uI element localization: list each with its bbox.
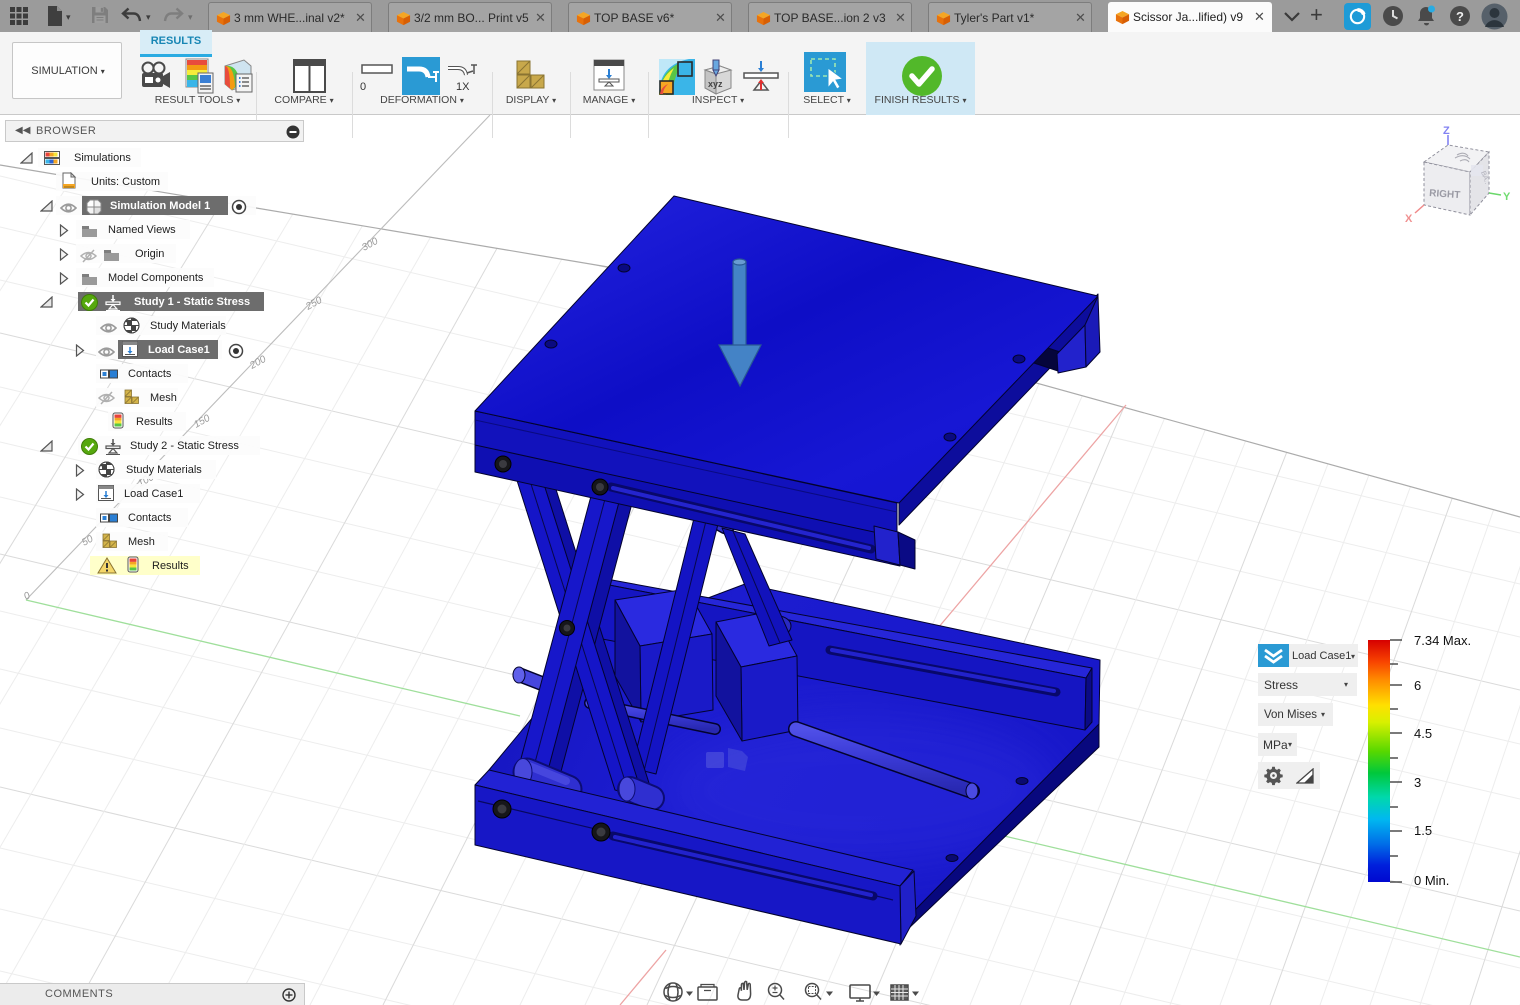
svg-text:Y: Y	[1503, 191, 1511, 203]
svg-text:RIGHT: RIGHT	[1429, 188, 1461, 201]
svg-text:250: 250	[303, 295, 324, 313]
svg-text:Z: Z	[1443, 125, 1450, 137]
svg-text:50: 50	[80, 533, 95, 548]
svg-text:xyz: xyz	[708, 79, 723, 89]
svg-text:300: 300	[360, 236, 380, 254]
svg-text:150: 150	[192, 413, 212, 431]
svg-text:X: X	[1405, 213, 1413, 225]
svg-text:0: 0	[360, 81, 366, 92]
svg-text:?: ?	[1456, 9, 1464, 24]
svg-text:200: 200	[247, 354, 268, 372]
svg-text:1X: 1X	[456, 81, 470, 93]
